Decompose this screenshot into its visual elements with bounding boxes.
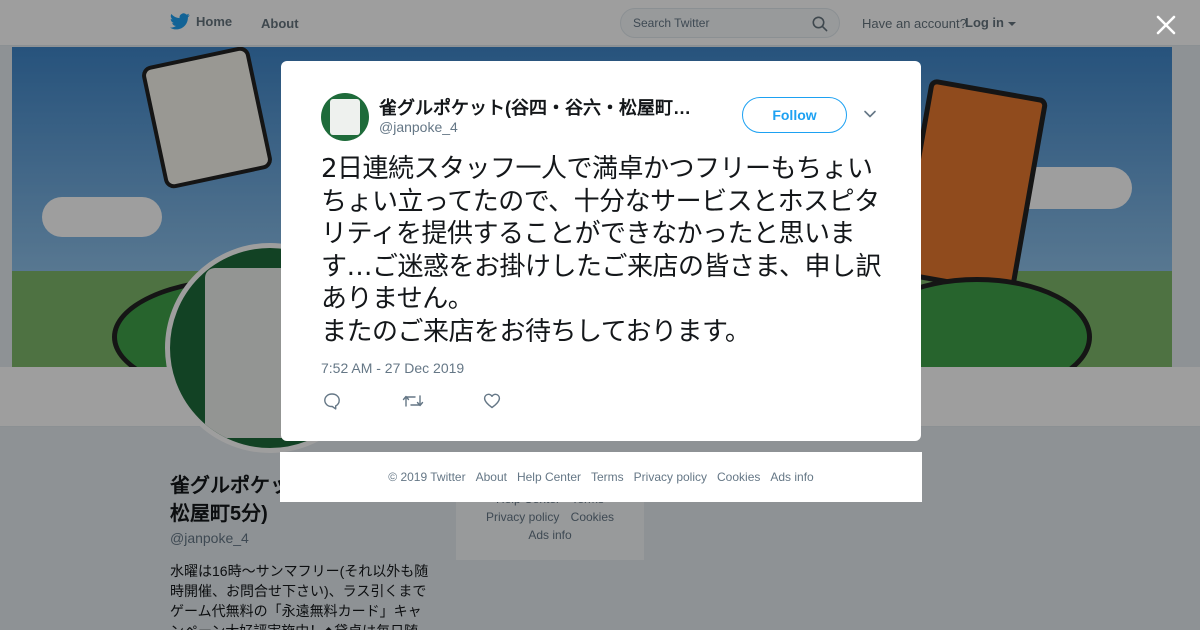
heart-icon[interactable] [483,392,501,410]
reply-icon[interactable] [323,392,341,410]
retweet-icon[interactable] [402,392,424,410]
tweet-author-name[interactable]: 雀グルポケット(谷四・谷六・松屋町… [379,94,709,120]
follow-button[interactable]: Follow [742,97,847,133]
tweet-modal: 雀グルポケット(谷四・谷六・松屋町… @janpoke_4 Follow 2日連… [281,61,921,441]
tweet-timestamp[interactable]: 7:52 AM - 27 Dec 2019 [321,360,464,376]
footer-cookies-link[interactable]: Cookies [717,470,760,484]
footer-privacy-link[interactable]: Privacy policy [634,470,707,484]
footer-about-link[interactable]: About [476,470,507,484]
footer-terms-link[interactable]: Terms [591,470,624,484]
footer-ads-link[interactable]: Ads info [770,470,813,484]
modal-footer: © 2019 Twitter About Help Center Terms P… [280,452,922,502]
chevron-down-icon[interactable] [863,107,877,121]
tweet-author-avatar[interactable] [321,93,369,141]
close-icon[interactable] [1153,12,1179,38]
tweet-text: 2日連続スタッフ一人で満卓かつフリーもちょいちょい立ってたので、十分なサービスと… [321,154,881,347]
footer-help-link[interactable]: Help Center [517,470,581,484]
footer-copyright: © 2019 Twitter [388,470,466,484]
tweet-author-handle[interactable]: @janpoke_4 [379,119,458,135]
